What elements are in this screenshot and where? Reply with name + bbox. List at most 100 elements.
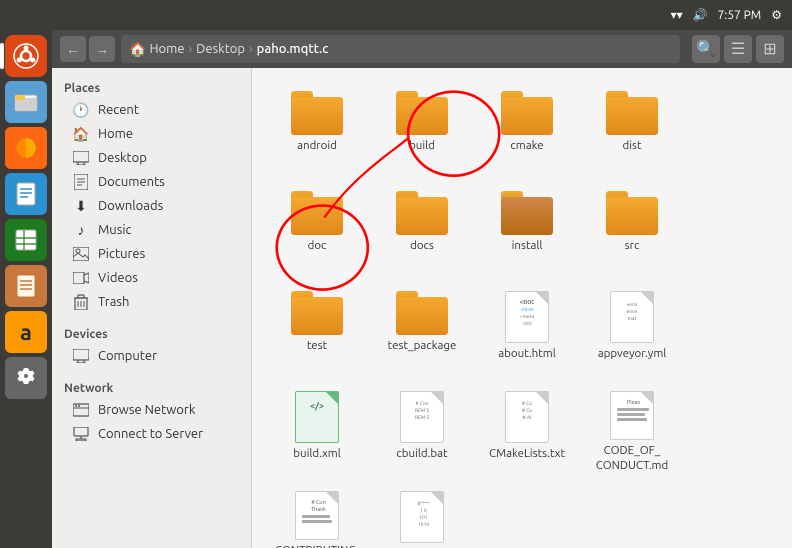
breadcrumb-sep-1: › bbox=[189, 42, 193, 56]
sidebar-item-home[interactable]: 🏠 Home bbox=[52, 122, 251, 146]
sidebar-trash-label: Trash bbox=[98, 295, 129, 309]
file-contributing-icon: # Con Thank bbox=[295, 491, 339, 540]
folder-install-icon bbox=[501, 191, 553, 235]
recent-icon: 🕐 bbox=[72, 101, 90, 119]
list-item[interactable]: versi envir mat appveyor.yml bbox=[582, 283, 682, 378]
sidebar-item-pictures[interactable]: Pictures bbox=[52, 242, 251, 266]
file-deployrsa-icon: 8**** 1 0 101 1010 bbox=[400, 491, 444, 543]
breadcrumb-current[interactable]: paho.mqtt.c bbox=[257, 42, 329, 56]
sidebar-pictures-label: Pictures bbox=[98, 247, 145, 261]
sidebar-item-documents[interactable]: Documents bbox=[52, 170, 251, 194]
list-item[interactable]: dist bbox=[582, 83, 682, 178]
folder-test-icon bbox=[291, 291, 343, 335]
computer-icon bbox=[72, 347, 90, 365]
sidebar-desktop-label: Desktop bbox=[98, 151, 147, 165]
taskbar-calc[interactable] bbox=[5, 219, 47, 261]
sidebar-documents-label: Documents bbox=[98, 175, 165, 189]
sidebar-item-computer[interactable]: Computer bbox=[52, 344, 251, 368]
list-item[interactable]: 8**** 1 0 101 1010 deploy_rsa.enc bbox=[372, 483, 472, 548]
folder-dist-icon bbox=[606, 91, 658, 135]
list-item[interactable]: # Con REM S REM S cbuild.bat bbox=[372, 383, 472, 478]
filename-src: src bbox=[625, 239, 640, 254]
sidebar-computer-label: Computer bbox=[98, 349, 157, 363]
file-grid: android build bbox=[252, 68, 792, 548]
sidebar-item-recent[interactable]: 🕐 Recent bbox=[52, 98, 251, 122]
taskbar-writer[interactable] bbox=[5, 173, 47, 215]
filename-dist: dist bbox=[622, 139, 641, 154]
list-item[interactable]: docs bbox=[372, 183, 472, 278]
list-item[interactable]: Pleas CODE_OF_CONDUCT.md bbox=[582, 383, 682, 478]
taskbar-ubuntu[interactable] bbox=[5, 35, 47, 77]
list-item[interactable]: # Con Thank CONTRIBUTING.md bbox=[267, 483, 367, 548]
filename-build: build bbox=[409, 139, 435, 154]
sidebar-item-connect-server[interactable]: Connect to Server bbox=[52, 422, 251, 446]
sidebar-item-desktop[interactable]: Desktop bbox=[52, 146, 251, 170]
list-item[interactable]: <!DOC <html <meta <titl about.html bbox=[477, 283, 577, 378]
sidebar-item-music[interactable]: ♪ Music bbox=[52, 218, 251, 242]
time-display: 7:57 PM bbox=[718, 9, 762, 22]
sidebar-downloads-label: Downloads bbox=[98, 199, 163, 213]
network-section: Network bbox=[52, 376, 251, 398]
connect-server-icon bbox=[72, 425, 90, 443]
grid-button[interactable]: ⊞ bbox=[756, 35, 784, 63]
title-bar-actions: 🔍 ☰ ⊞ bbox=[692, 35, 784, 63]
breadcrumb-home-label: Home bbox=[149, 42, 184, 56]
back-button[interactable]: ← bbox=[60, 36, 86, 62]
breadcrumb-current-label: paho.mqtt.c bbox=[257, 42, 329, 56]
list-item[interactable]: test bbox=[267, 283, 367, 378]
list-item[interactable]: </> build.xml bbox=[267, 383, 367, 478]
nav-buttons: ← → bbox=[60, 36, 115, 62]
file-buildxml-icon: </> bbox=[295, 391, 339, 443]
main-area: a ← → 🏠 Home › Desktop bbox=[0, 30, 792, 548]
folder-doc-icon bbox=[291, 191, 343, 235]
places-section: Places bbox=[52, 76, 251, 98]
filename-install: install bbox=[512, 239, 543, 254]
title-bar: ← → 🏠 Home › Desktop › paho.mqtt.c 🔍 bbox=[52, 30, 792, 68]
taskbar-firefox[interactable] bbox=[5, 127, 47, 169]
list-item[interactable]: build bbox=[372, 83, 472, 178]
folder-docs-icon bbox=[396, 191, 448, 235]
file-cmakelists-icon: # Co # Co # Al bbox=[505, 391, 549, 443]
taskbar-files[interactable] bbox=[5, 81, 47, 123]
wifi-icon: ▾▾ bbox=[671, 8, 683, 22]
taskbar-settings[interactable] bbox=[5, 357, 47, 399]
menu-button[interactable]: ☰ bbox=[724, 35, 752, 63]
list-item[interactable]: install bbox=[477, 183, 577, 278]
forward-button[interactable]: → bbox=[89, 36, 115, 62]
list-item[interactable]: # Co # Co # Al CMakeLists.txt bbox=[477, 383, 577, 478]
sidebar-videos-label: Videos bbox=[98, 271, 138, 285]
devices-section: Devices bbox=[52, 322, 251, 344]
search-button[interactable]: 🔍 bbox=[692, 35, 720, 63]
list-item[interactable]: cmake bbox=[477, 83, 577, 178]
sidebar-item-downloads[interactable]: ⬇ Downloads bbox=[52, 194, 251, 218]
settings-icon[interactable]: ⚙ bbox=[771, 8, 782, 22]
taskbar: a bbox=[0, 30, 52, 548]
content-area: Places 🕐 Recent 🏠 Home Desktop bbox=[52, 68, 792, 548]
filename-contributing: CONTRIBUTING.md bbox=[272, 544, 362, 548]
filename-buildxml: build.xml bbox=[293, 447, 340, 462]
list-item[interactable]: doc bbox=[267, 183, 367, 278]
taskbar-editor[interactable] bbox=[5, 265, 47, 307]
list-item[interactable]: src bbox=[582, 183, 682, 278]
sidebar-music-label: Music bbox=[98, 223, 132, 237]
breadcrumb-home[interactable]: 🏠 Home bbox=[129, 41, 185, 58]
breadcrumb-sep-2: › bbox=[249, 42, 253, 56]
trash-icon bbox=[72, 293, 90, 311]
breadcrumb: 🏠 Home › Desktop › paho.mqtt.c bbox=[121, 35, 680, 63]
taskbar-amazon[interactable]: a bbox=[5, 311, 47, 353]
filename-cmakelists: CMakeLists.txt bbox=[489, 447, 565, 462]
list-item[interactable]: test_package bbox=[372, 283, 472, 378]
sidebar-item-trash[interactable]: Trash bbox=[52, 290, 251, 314]
sidebar-item-browse-network[interactable]: Browse Network bbox=[52, 398, 251, 422]
filename-test: test bbox=[307, 339, 327, 354]
home-sidebar-icon: 🏠 bbox=[72, 125, 90, 143]
sidebar-item-videos[interactable]: Videos bbox=[52, 266, 251, 290]
filename-docs: docs bbox=[410, 239, 434, 254]
breadcrumb-desktop[interactable]: Desktop bbox=[196, 42, 245, 56]
desktop-icon bbox=[72, 149, 90, 167]
filename-test-package: test_package bbox=[388, 339, 457, 354]
file-cbuild-icon: # Con REM S REM S bbox=[400, 391, 444, 443]
list-item[interactable]: android bbox=[267, 83, 367, 178]
filename-appveyor: appveyor.yml bbox=[598, 347, 667, 362]
filename-codeofconduct: CODE_OF_CONDUCT.md bbox=[596, 444, 668, 474]
